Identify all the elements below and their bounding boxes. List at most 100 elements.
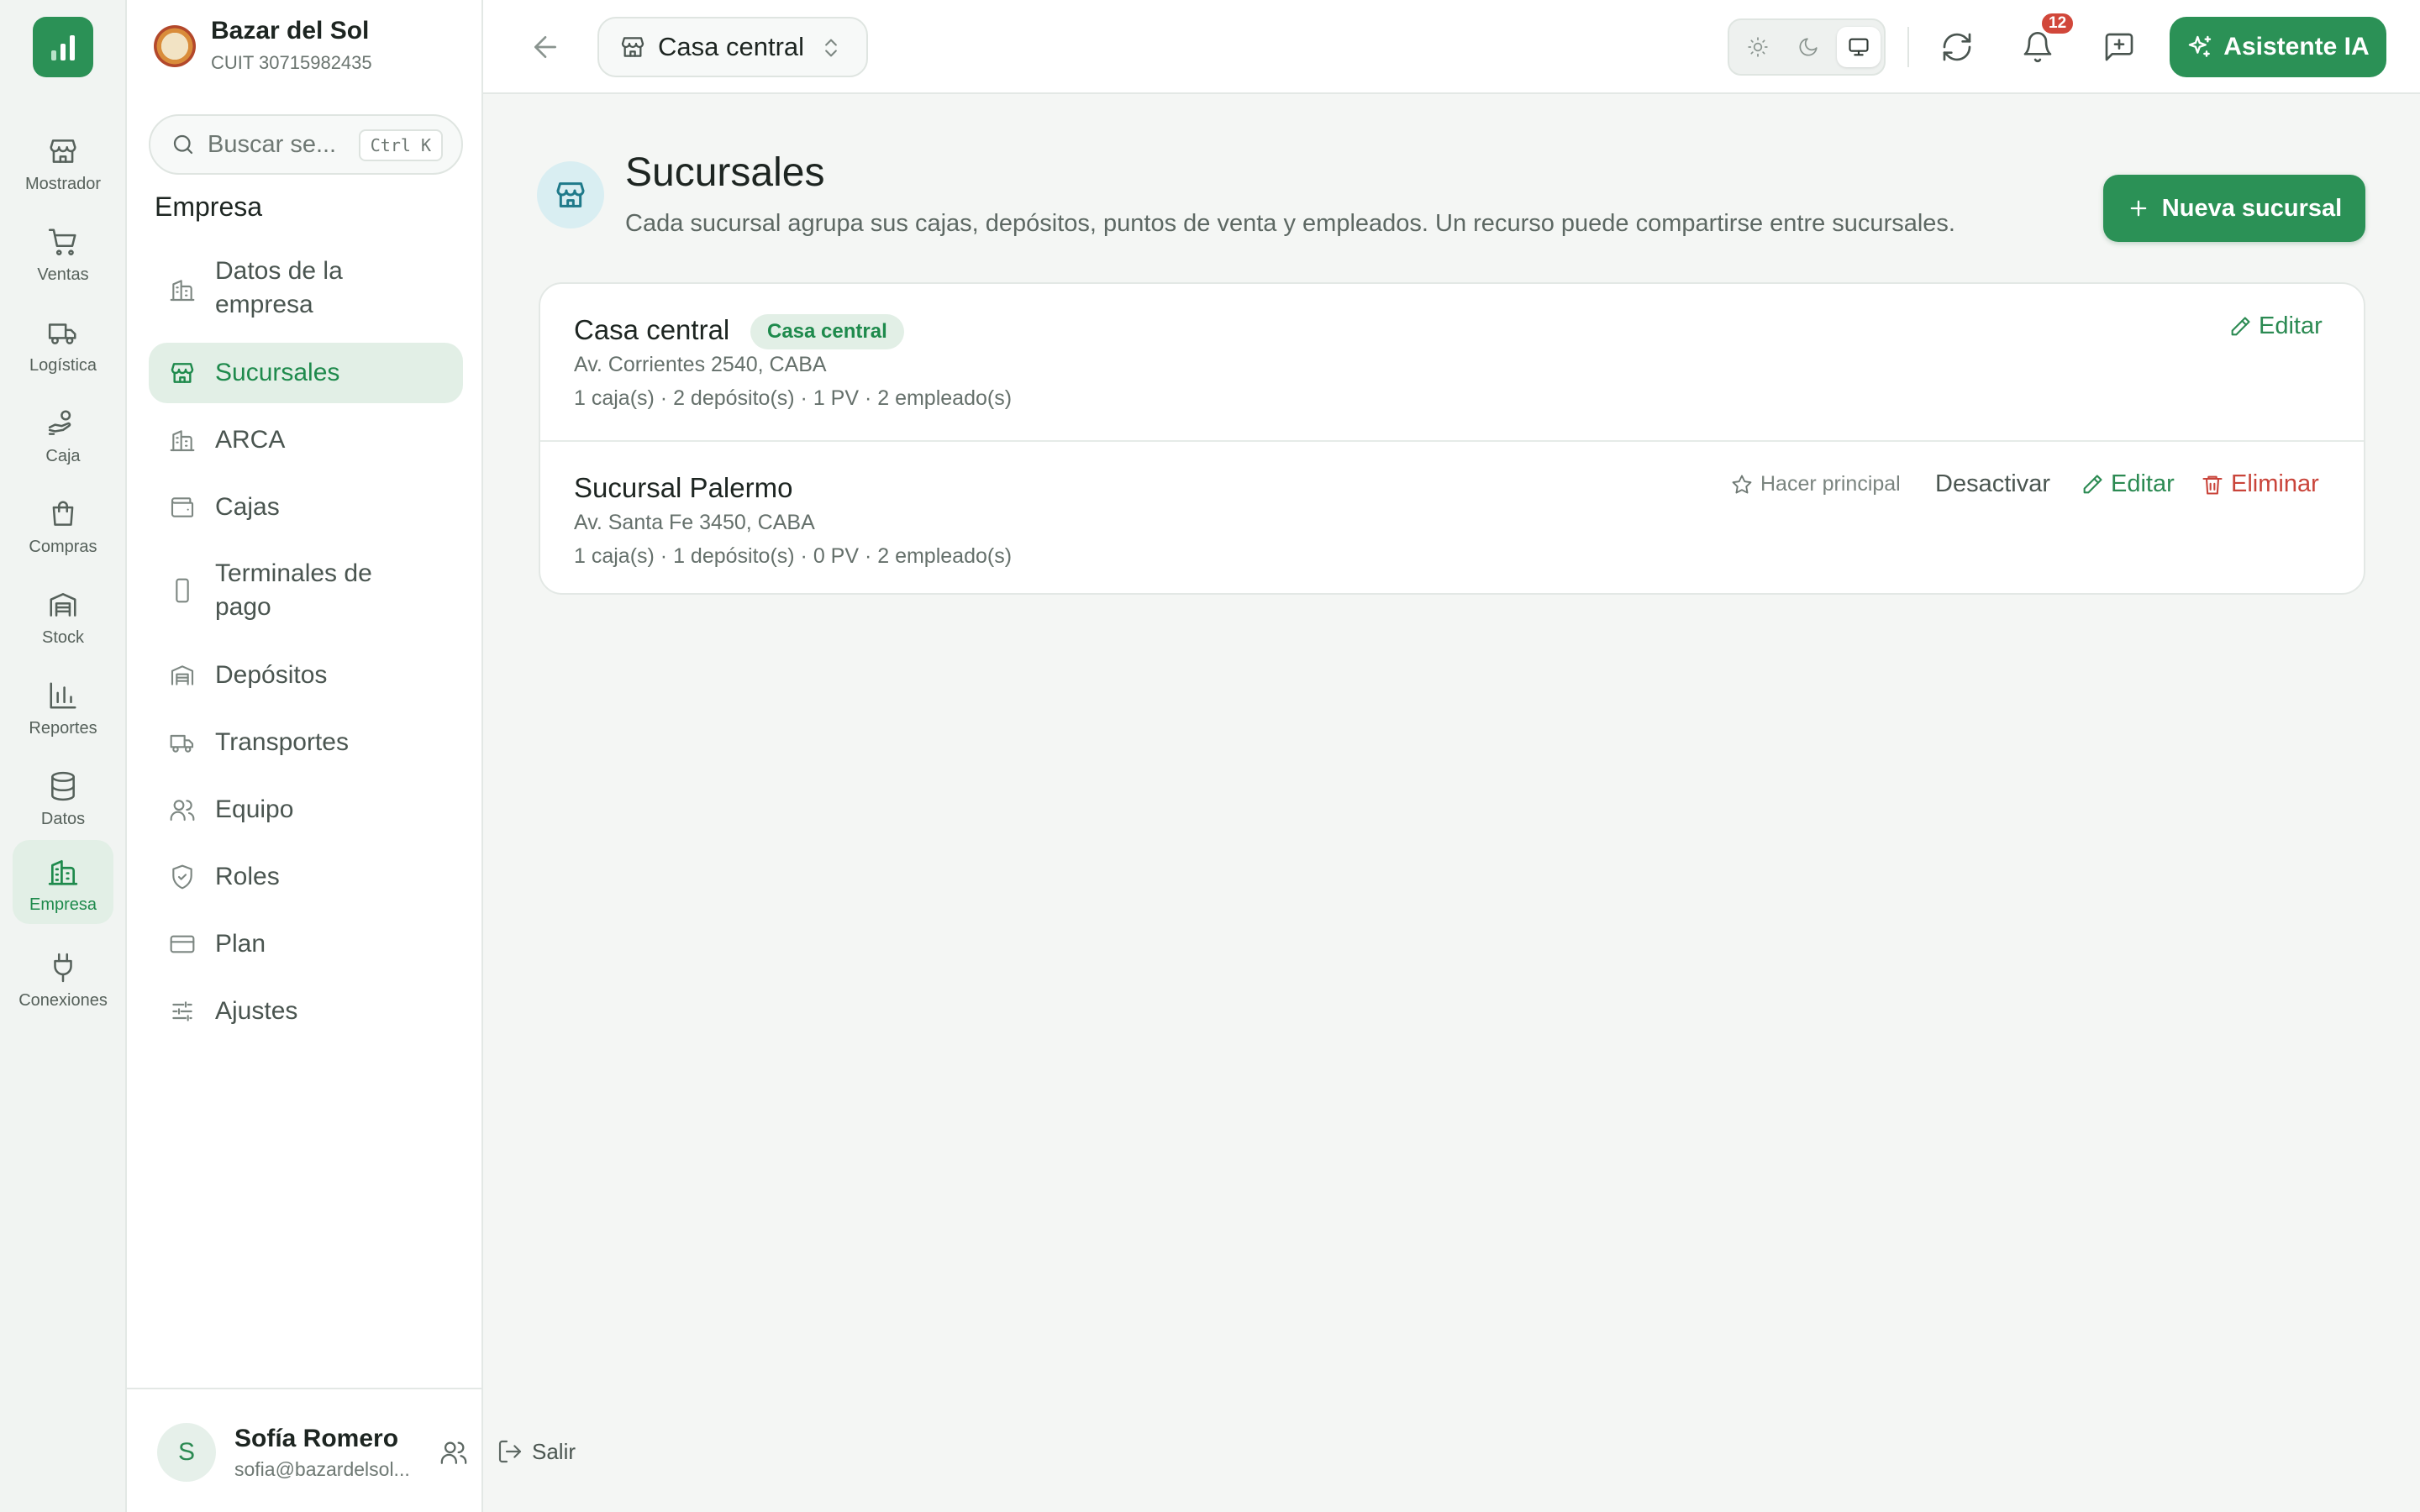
rail-item-empresa[interactable]: Empresa — [13, 840, 113, 924]
warehouse-icon — [167, 660, 197, 690]
sidebar-item-label: ARCA — [215, 426, 286, 454]
bar-chart-icon — [45, 677, 82, 714]
sidebar-item-label: Equipo — [215, 795, 294, 823]
user-name: Sofía Romero — [234, 1425, 399, 1452]
sidebar-item-ajustes[interactable]: Ajustes — [149, 981, 463, 1042]
rail-item-caja[interactable]: Caja — [13, 391, 113, 475]
truck-icon — [167, 727, 197, 758]
branch-name: Casa central — [574, 314, 730, 345]
store-icon — [556, 182, 585, 207]
sidebar-item-plan[interactable]: Plan — [149, 914, 463, 974]
sidebar-item-arca[interactable]: ARCA — [149, 410, 463, 470]
sidebar-item-label: Datos de la empresa — [215, 257, 343, 318]
wallet-icon — [167, 492, 197, 522]
deactivate-label: Desactivar — [1935, 470, 2050, 497]
theme-dark-option[interactable] — [1786, 27, 1830, 67]
building-icon — [167, 275, 197, 305]
sidebar-item-label: Plan — [215, 930, 266, 958]
edit-branch-button[interactable]: Editar — [2228, 312, 2323, 340]
users-icon — [440, 1441, 467, 1464]
warehouse-icon — [45, 586, 82, 623]
rail-label: Reportes — [29, 719, 97, 738]
sun-icon — [1748, 37, 1768, 57]
rail-item-ventas[interactable]: Ventas — [13, 210, 113, 294]
app-logo[interactable] — [33, 17, 93, 77]
branch-address: Av. Corrientes 2540, CABA — [574, 353, 827, 376]
sidebar-search[interactable]: Ctrl K — [149, 114, 463, 175]
database-icon — [45, 768, 82, 805]
theme-system-option[interactable] — [1837, 27, 1881, 67]
make-main-button[interactable]: Hacer principal — [1730, 472, 1901, 496]
rail-item-datos[interactable]: Datos — [13, 754, 113, 838]
sidebar-item-label: Ajustes — [215, 997, 298, 1025]
user-email: sofia@bazardelsol... — [234, 1458, 410, 1480]
edit-branch-button[interactable]: Editar — [2081, 470, 2175, 498]
sidebar-item-label: Sucursales — [215, 359, 340, 386]
rail-label: Compras — [29, 538, 97, 556]
sparkles-icon — [2189, 35, 2212, 57]
sidebar-item-label: Transportes — [215, 728, 349, 756]
sidebar-item-depositos[interactable]: Depósitos — [149, 645, 463, 706]
sidebar-item-terminales[interactable]: Terminales de pago — [149, 553, 463, 628]
rail-item-conexiones[interactable]: Conexiones — [13, 936, 113, 1020]
cash-hand-icon — [45, 405, 82, 442]
refresh-icon — [1943, 33, 1971, 61]
search-icon — [173, 134, 193, 155]
new-branch-button[interactable]: Nueva sucursal — [2103, 175, 2365, 242]
trash-icon — [2202, 475, 2223, 495]
theme-light-option[interactable] — [1736, 27, 1780, 67]
feedback-button[interactable] — [2101, 29, 2138, 66]
branch-stats: 1 caja(s) · 2 depósito(s) · 1 PV · 2 emp… — [574, 386, 1013, 410]
list-item: Casa central Casa central Av. Corrientes… — [540, 284, 2364, 440]
sidebar-item-sucursales[interactable]: Sucursales — [149, 343, 463, 403]
sidebar-item-label: Cajas — [215, 493, 280, 521]
delete-branch-button[interactable]: Eliminar — [2201, 470, 2319, 498]
search-input[interactable] — [208, 130, 359, 159]
store-icon — [621, 37, 644, 57]
rail-item-mostrador[interactable]: Mostrador — [13, 119, 113, 203]
rail-item-stock[interactable]: Stock — [13, 573, 113, 657]
switch-user-button[interactable] — [439, 1438, 470, 1468]
rail-item-logistica[interactable]: Logística — [13, 301, 113, 385]
sidebar-item-transportes[interactable]: Transportes — [149, 712, 463, 773]
search-shortcut-badge: Ctrl K — [358, 129, 443, 161]
plus-icon — [2130, 200, 2147, 217]
rail-label: Caja — [45, 447, 81, 465]
bell-icon — [2023, 32, 2052, 63]
deactivate-branch-button[interactable]: Desactivar — [1935, 470, 2050, 498]
rail-label: Mostrador — [24, 175, 102, 193]
theme-toggle — [1728, 18, 1886, 76]
sidebar-item-label: Depósitos — [215, 661, 328, 689]
refresh-button[interactable] — [1939, 29, 1975, 66]
pencil-icon — [2231, 316, 2250, 335]
bar-chart-logo-icon — [51, 35, 75, 60]
sidebar-item-equipo[interactable]: Equipo — [149, 780, 463, 840]
toolbar-divider — [1907, 27, 1909, 67]
back-button[interactable] — [529, 30, 562, 64]
edit-label: Editar — [2111, 470, 2175, 497]
logout-button[interactable]: Salir — [497, 1438, 576, 1465]
top-bar: Casa central 12 Asistente IA — [483, 0, 2420, 94]
rail-item-compras[interactable]: Compras — [13, 482, 113, 566]
truck-icon — [45, 314, 82, 351]
branch-selector[interactable]: Casa central — [597, 17, 868, 77]
sidebar-item-datos-empresa[interactable]: Datos de la empresa — [149, 252, 463, 328]
message-plus-icon — [2105, 33, 2133, 61]
store-icon — [167, 358, 197, 388]
page-description: Cada sucursal agrupa sus cajas, depósito… — [625, 210, 1955, 237]
shopping-bag-icon — [45, 496, 82, 533]
plug-icon — [45, 949, 82, 986]
star-icon — [1732, 475, 1752, 493]
sidebar-item-roles[interactable]: Roles — [149, 847, 463, 907]
sidebar-section-title: Empresa — [155, 192, 263, 222]
sidebar-item-cajas[interactable]: Cajas — [149, 477, 463, 538]
sidebar-item-label: Terminales de pago — [215, 559, 372, 621]
rail-label: Stock — [41, 628, 85, 647]
sliders-icon — [167, 996, 197, 1026]
rail-item-reportes[interactable]: Reportes — [13, 664, 113, 748]
ai-assistant-button[interactable]: Asistente IA — [2170, 17, 2386, 77]
logout-label: Salir — [532, 1438, 576, 1464]
pencil-icon — [2083, 474, 2102, 493]
rail-label: Logística — [29, 356, 97, 375]
avatar[interactable]: S — [157, 1423, 216, 1482]
